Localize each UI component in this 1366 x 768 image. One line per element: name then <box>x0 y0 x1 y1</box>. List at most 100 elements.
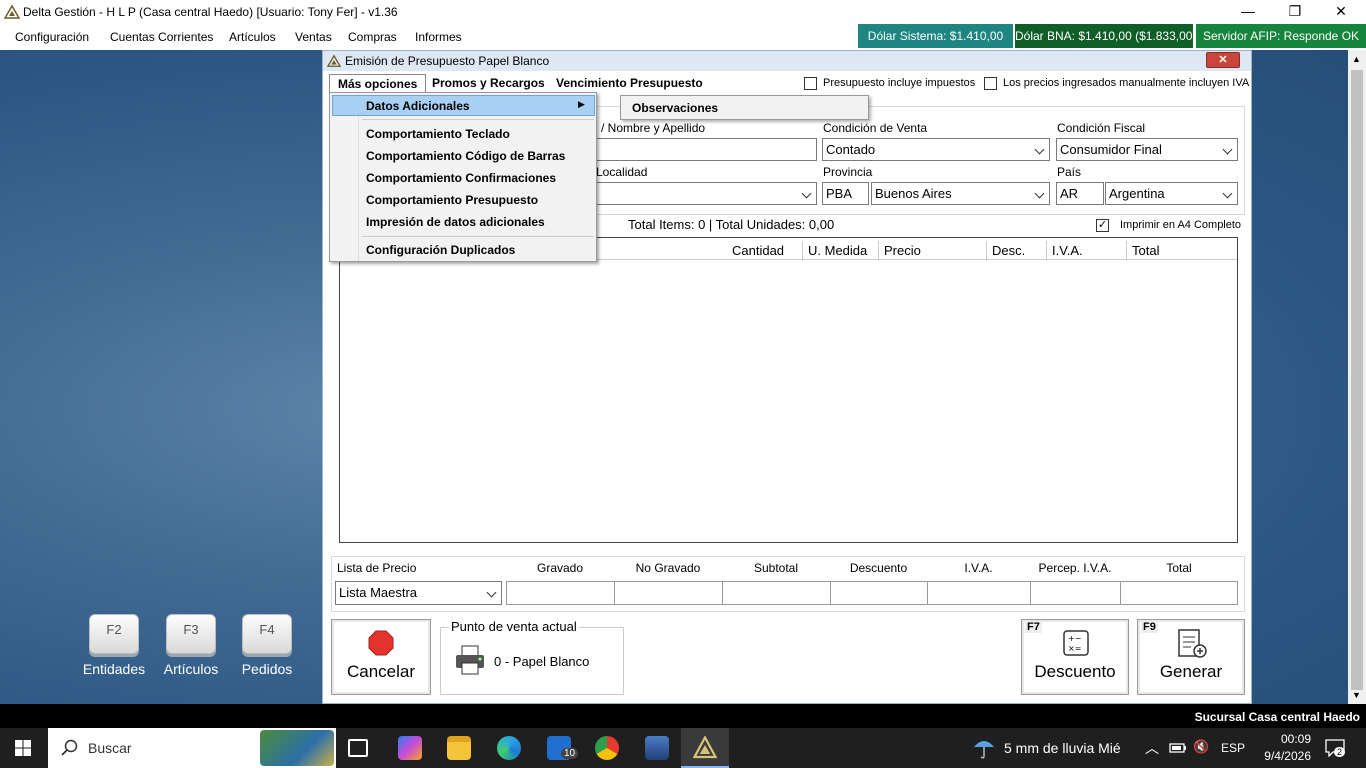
submenu-item-observaciones[interactable]: Observaciones <box>632 101 718 115</box>
checkbox-incluyen-iva-label: Los precios ingresados manualmente inclu… <box>1003 77 1250 89</box>
task-view-icon[interactable] <box>348 739 368 757</box>
chrome-icon[interactable] <box>595 736 619 760</box>
descuento-button[interactable]: F7 +− ×= Descuento <box>1021 619 1129 695</box>
stop-icon <box>368 630 394 656</box>
col-unidad-medida[interactable]: U. Medida <box>803 241 879 261</box>
delta-app-icon <box>693 736 717 759</box>
lista-precio-label: Lista de Precio <box>337 561 417 575</box>
checkbox-imprimir-a4[interactable]: ✓ <box>1096 219 1109 232</box>
col-iva[interactable]: I.V.A. <box>1047 241 1127 261</box>
checkbox-imprimir-a4-label: Imprimir en A4 Completo <box>1120 219 1242 231</box>
clock-time[interactable]: 00:09 <box>1271 732 1311 746</box>
new-document-icon <box>1178 629 1207 658</box>
lista-precio-select[interactable]: Lista Maestra <box>335 581 502 605</box>
windows-start-icon[interactable] <box>15 740 31 756</box>
menu-separator <box>362 119 594 120</box>
menu-gutter-divider <box>358 93 359 261</box>
menu-item-datos-adicionales[interactable]: Datos Adicionales <box>366 99 470 113</box>
pais-label: País <box>1057 165 1082 179</box>
gravado-label: Gravado <box>536 561 584 575</box>
notification-count-badge: 2 <box>1334 747 1346 757</box>
menu-item-codigo-barras[interactable]: Comportamiento Código de Barras <box>366 149 565 163</box>
delta-gestion-taskbar-button[interactable] <box>681 728 729 768</box>
menu-informes[interactable]: Informes <box>415 30 462 44</box>
menu-item-impresion-datos[interactable]: Impresión de datos adicionales <box>366 215 545 229</box>
punto-venta-value: 0 - Papel Blanco <box>494 654 590 669</box>
tray-expand-icon[interactable]: ︿ <box>1145 738 1159 758</box>
condicion-fiscal-label: Condición Fiscal <box>1057 121 1146 135</box>
menu-separator <box>362 236 594 237</box>
cancel-button[interactable]: Cancelar <box>331 619 431 695</box>
localidad-select[interactable] <box>595 182 817 205</box>
language-indicator[interactable]: ESP <box>1221 741 1245 755</box>
total-label: Total <box>1166 561 1192 575</box>
vertical-scrollbar[interactable]: ▲ ▼ <box>1348 50 1366 704</box>
menu-item-confirmaciones[interactable]: Comportamiento Confirmaciones <box>366 171 556 185</box>
f4-key-icon[interactable]: F4 <box>242 614 292 654</box>
menu-cuentas-corrientes[interactable]: Cuentas Corrientes <box>110 30 213 44</box>
col-precio[interactable]: Precio <box>879 241 987 261</box>
weather-text[interactable]: 5 mm de lluvia Mié <box>1004 740 1121 756</box>
menu-item-configuracion-duplicados[interactable]: Configuración Duplicados <box>366 243 515 257</box>
afip-status-badge: Servidor AFIP: Responde OK <box>1196 24 1366 48</box>
generar-button[interactable]: F9 Generar <box>1137 619 1245 695</box>
rain-weather-icon[interactable] <box>972 737 996 759</box>
subtotal-label: Subtotal <box>753 561 799 575</box>
checkbox-incluyen-iva[interactable] <box>984 77 997 90</box>
window-close-button[interactable]: ✕ <box>1206 52 1240 68</box>
f4-pedidos-label[interactable]: Pedidos <box>222 661 312 677</box>
condicion-venta-select[interactable]: Contado <box>822 138 1050 161</box>
mas-opciones-dropdown: Datos Adicionales ▶ Comportamiento Tecla… <box>329 92 597 262</box>
file-explorer-icon[interactable] <box>447 736 471 760</box>
no-gravado-label: No Gravado <box>635 561 701 575</box>
taskbar-search-box[interactable]: Buscar <box>48 728 336 768</box>
copilot-icon[interactable] <box>398 736 422 760</box>
mail-count-badge: 10 <box>561 748 579 759</box>
menu-compras[interactable]: Compras <box>348 30 397 44</box>
f2-key-icon[interactable]: F2 <box>89 614 139 654</box>
scrollbar-thumb[interactable] <box>1351 70 1363 690</box>
col-descuento[interactable]: Desc. <box>987 241 1047 261</box>
pais-select[interactable]: Argentina <box>1105 182 1238 205</box>
f7-key-badge: F7 <box>1025 621 1042 633</box>
minimize-button[interactable]: — <box>1225 0 1271 24</box>
menu-configuracion[interactable]: Configuración <box>15 30 89 44</box>
scroll-up-icon[interactable]: ▲ <box>1352 54 1361 64</box>
app-titlebar: Delta Gestión - H L P (Casa central Haed… <box>0 0 1366 24</box>
f3-key-icon[interactable]: F3 <box>166 614 216 654</box>
menu-articulos[interactable]: Artículos <box>229 30 276 44</box>
iva-label: I.V.A. <box>964 561 993 575</box>
gravado-value <box>506 581 615 605</box>
datos-adicionales-submenu: Observaciones <box>620 95 869 120</box>
scroll-down-icon[interactable]: ▼ <box>1352 690 1361 700</box>
search-highlight-image <box>260 730 334 766</box>
nombre-input[interactable] <box>595 138 817 161</box>
maximize-button[interactable]: ❐ <box>1272 0 1318 24</box>
pais-code-input[interactable]: AR <box>1056 182 1104 205</box>
f9-key-badge: F9 <box>1141 621 1158 633</box>
close-button[interactable]: ✕ <box>1318 0 1364 24</box>
percep-iva-label: Percep. I.V.A. <box>1038 561 1112 575</box>
items-grid[interactable] <box>339 237 1238 543</box>
menu-item-comportamiento-presupuesto[interactable]: Comportamiento Presupuesto <box>366 193 538 207</box>
printer-icon <box>456 645 484 675</box>
remote-desktop-icon[interactable] <box>645 736 669 760</box>
search-icon <box>61 739 78 756</box>
edge-icon[interactable] <box>497 736 521 760</box>
col-cantidad[interactable]: Cantidad <box>727 241 803 261</box>
condicion-venta-label: Condición de Venta <box>823 121 928 135</box>
menu-ventas[interactable]: Ventas <box>295 30 332 44</box>
provincia-code-input[interactable]: PBA <box>822 182 869 205</box>
checkbox-incluye-impuestos[interactable] <box>804 77 817 90</box>
subtotal-value <box>722 581 831 605</box>
col-total[interactable]: Total <box>1127 241 1237 261</box>
provincia-select[interactable]: Buenos Aires <box>871 182 1050 205</box>
condicion-fiscal-select[interactable]: Consumidor Final <box>1056 138 1238 161</box>
windows-taskbar: Buscar 10 5 mm de lluvia Mié ︿ 🔇 ESP 00:… <box>0 728 1366 768</box>
battery-icon[interactable] <box>1169 741 1187 755</box>
menu-item-comportamiento-teclado[interactable]: Comportamiento Teclado <box>366 127 510 141</box>
clock-date[interactable]: 9/4/2026 <box>1255 749 1311 763</box>
punto-venta-label: Punto de venta actual <box>449 619 579 634</box>
volume-muted-icon[interactable]: 🔇 <box>1193 739 1209 755</box>
dolar-sistema-badge: Dólar Sistema: $1.410,00 <box>858 24 1013 48</box>
